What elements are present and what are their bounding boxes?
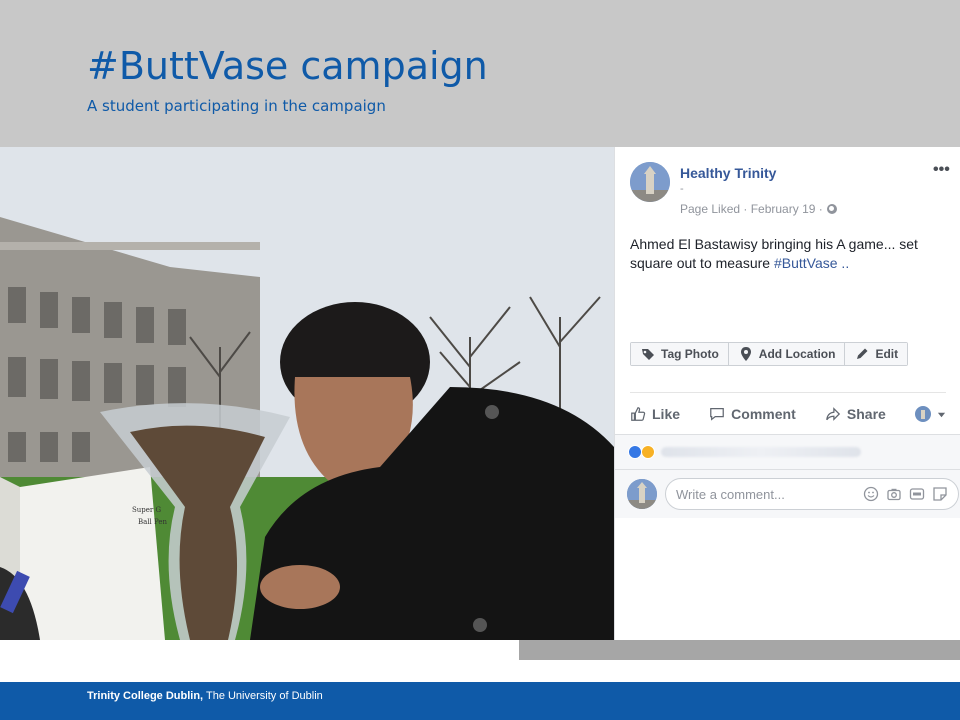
comment-label: Comment [731, 406, 796, 422]
audience-selector[interactable] [914, 406, 946, 422]
hashtag-link[interactable]: #ButtVase [774, 255, 838, 271]
post-actions: Like Comment Share [630, 400, 946, 428]
haha-reaction-icon [641, 445, 655, 459]
comment-composer [615, 470, 960, 518]
actions-divider [630, 392, 946, 393]
edit-label: Edit [875, 347, 899, 361]
reactors-blurred [661, 447, 861, 457]
tag-photo-button[interactable]: Tag Photo [631, 343, 729, 365]
campaign-photo-illustration: Super G Ball Pen [0, 147, 614, 640]
location-pin-icon [740, 347, 751, 361]
sticker-icon[interactable] [932, 486, 948, 502]
box-label-line1: Super G [132, 506, 161, 514]
thumbs-up-icon [631, 407, 646, 421]
slide-title: #ButtVase campaign [87, 44, 488, 88]
share-arrow-icon [826, 407, 840, 421]
comment-button[interactable]: Comment [709, 406, 796, 422]
box-label-line2: Ball Pen [138, 518, 168, 526]
chevron-down-icon [937, 412, 946, 417]
page-avatar[interactable] [630, 162, 670, 202]
pencil-icon [857, 348, 868, 359]
globe-icon [826, 204, 837, 214]
camera-icon[interactable] [886, 486, 902, 502]
comment-icon [710, 408, 725, 421]
share-button[interactable]: Share [825, 406, 886, 422]
campaign-photo: Super G Ball Pen [0, 147, 614, 640]
footer-university: The University of Dublin [203, 690, 323, 702]
photo-tools: Tag Photo Add Location Edit [630, 342, 909, 366]
share-label: Share [846, 406, 886, 422]
add-location-button[interactable]: Add Location [728, 343, 846, 365]
slide-subtitle: A student participating in the campaign [87, 97, 386, 115]
post-meta-text: Page Liked · February 19 · [680, 202, 823, 216]
gif-icon[interactable] [909, 486, 925, 502]
comment-icons [863, 486, 948, 502]
tag-photo-label: Tag Photo [661, 347, 719, 361]
emoji-icon[interactable] [863, 486, 879, 502]
post-ellipsis: .. [837, 255, 850, 271]
page-name-link[interactable]: Healthy Trinity [680, 165, 776, 181]
page-dash: - [680, 183, 684, 195]
edit-button[interactable]: Edit [845, 343, 908, 365]
decorative-gray-strip [519, 640, 960, 660]
tag-icon [642, 349, 654, 360]
add-location-label: Add Location [758, 347, 836, 361]
commenter-avatar [627, 479, 657, 509]
post-meta: Page Liked · February 19 · [680, 202, 837, 216]
like-reaction-icon [628, 445, 642, 459]
page-avatar-small-icon [914, 406, 931, 422]
reactions-bar[interactable] [615, 434, 960, 470]
like-label: Like [652, 406, 681, 422]
footer-band: Trinity College Dublin, The University o… [0, 682, 960, 720]
like-button[interactable]: Like [630, 406, 680, 422]
footer-text: Trinity College Dublin, The University o… [87, 690, 323, 702]
more-options-icon[interactable]: ••• [933, 161, 950, 179]
post-body: Ahmed El Bastawisy bringing his A game..… [630, 235, 948, 273]
facebook-post-panel: Healthy Trinity - Page Liked · February … [614, 147, 960, 640]
footer-institution: Trinity College Dublin, [87, 690, 204, 702]
